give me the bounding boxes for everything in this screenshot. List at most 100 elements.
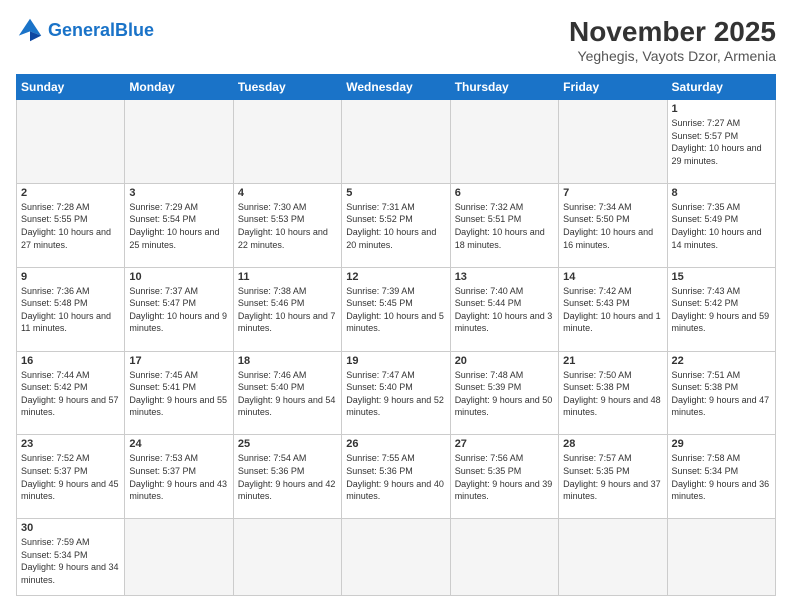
day-number: 24	[129, 438, 228, 450]
day-info: Sunrise: 7:43 AM Sunset: 5:42 PM Dayligh…	[672, 285, 771, 335]
day-number: 20	[455, 355, 554, 367]
day-info: Sunrise: 7:31 AM Sunset: 5:52 PM Dayligh…	[346, 201, 445, 251]
calendar-cell: 21 Sunrise: 7:50 AM Sunset: 5:38 PM Dayli…	[559, 351, 667, 435]
logo-icon	[16, 16, 44, 44]
calendar-cell: 22 Sunrise: 7:51 AM Sunset: 5:38 PM Dayli…	[667, 351, 775, 435]
calendar-cell: 25 Sunrise: 7:54 AM Sunset: 5:36 PM Dayli…	[233, 435, 341, 519]
day-number: 8	[672, 187, 771, 199]
header: GeneralBlue November 2025 Yeghegis, Vayo…	[16, 16, 776, 64]
day-number: 13	[455, 271, 554, 283]
day-info: Sunrise: 7:46 AM Sunset: 5:40 PM Dayligh…	[238, 369, 337, 419]
calendar-cell: 7 Sunrise: 7:34 AM Sunset: 5:50 PM Daylig…	[559, 183, 667, 267]
day-info: Sunrise: 7:44 AM Sunset: 5:42 PM Dayligh…	[21, 369, 120, 419]
calendar-cell: 17Sunrise: 7:45 AM Sunset: 5:41 PM Dayli…	[125, 351, 233, 435]
calendar-cell: 3 Sunrise: 7:29 AM Sunset: 5:54 PM Daylig…	[125, 183, 233, 267]
day-number: 7	[563, 187, 662, 199]
month-title: November 2025	[569, 16, 776, 48]
calendar-cell: 19Sunrise: 7:47 AM Sunset: 5:40 PM Dayli…	[342, 351, 450, 435]
calendar-cell	[450, 100, 558, 184]
day-number: 12	[346, 271, 445, 283]
day-info: Sunrise: 7:42 AM Sunset: 5:43 PM Dayligh…	[563, 285, 662, 335]
day-info: Sunrise: 7:51 AM Sunset: 5:38 PM Dayligh…	[672, 369, 771, 419]
logo-text: GeneralBlue	[48, 21, 154, 39]
day-info: Sunrise: 7:29 AM Sunset: 5:54 PM Dayligh…	[129, 201, 228, 251]
logo: GeneralBlue	[16, 16, 154, 44]
day-number: 26	[346, 438, 445, 450]
day-info: Sunrise: 7:58 AM Sunset: 5:34 PM Dayligh…	[672, 452, 771, 502]
day-info: Sunrise: 7:37 AM Sunset: 5:47 PM Dayligh…	[129, 285, 228, 335]
day-number: 30	[21, 522, 120, 534]
day-info: Sunrise: 7:54 AM Sunset: 5:36 PM Dayligh…	[238, 452, 337, 502]
day-number: 21	[563, 355, 662, 367]
day-number: 4	[238, 187, 337, 199]
title-block: November 2025 Yeghegis, Vayots Dzor, Arm…	[569, 16, 776, 64]
col-thursday: Thursday	[450, 75, 558, 100]
calendar-cell: 2 Sunrise: 7:28 AM Sunset: 5:55 PM Daylig…	[17, 183, 125, 267]
calendar-cell	[233, 519, 341, 596]
calendar-cell: 14 Sunrise: 7:42 AM Sunset: 5:43 PM Dayli…	[559, 267, 667, 351]
location-title: Yeghegis, Vayots Dzor, Armenia	[569, 48, 776, 64]
day-number: 17	[129, 355, 228, 367]
calendar-cell	[450, 519, 558, 596]
day-info: Sunrise: 7:27 AM Sunset: 5:57 PM Dayligh…	[672, 117, 771, 167]
calendar-cell: 27 Sunrise: 7:56 AM Sunset: 5:35 PM Dayli…	[450, 435, 558, 519]
col-tuesday: Tuesday	[233, 75, 341, 100]
day-info: Sunrise: 7:36 AM Sunset: 5:48 PM Dayligh…	[21, 285, 120, 335]
day-number: 27	[455, 438, 554, 450]
day-number: 28	[563, 438, 662, 450]
day-number: 19	[346, 355, 445, 367]
calendar-cell: 9Sunrise: 7:36 AM Sunset: 5:48 PM Daylig…	[17, 267, 125, 351]
calendar-cell: 24 Sunrise: 7:53 AM Sunset: 5:37 PM Dayli…	[125, 435, 233, 519]
calendar-cell: 28Sunrise: 7:57 AM Sunset: 5:35 PM Dayli…	[559, 435, 667, 519]
calendar-cell: 30 Sunrise: 7:59 AM Sunset: 5:34 PM Dayli…	[17, 519, 125, 596]
day-number: 2	[21, 187, 120, 199]
day-info: Sunrise: 7:39 AM Sunset: 5:45 PM Dayligh…	[346, 285, 445, 335]
calendar-cell: 20 Sunrise: 7:48 AM Sunset: 5:39 PM Dayli…	[450, 351, 558, 435]
day-number: 25	[238, 438, 337, 450]
day-info: Sunrise: 7:30 AM Sunset: 5:53 PM Dayligh…	[238, 201, 337, 251]
day-info: Sunrise: 7:50 AM Sunset: 5:38 PM Dayligh…	[563, 369, 662, 419]
day-number: 10	[129, 271, 228, 283]
day-info: Sunrise: 7:59 AM Sunset: 5:34 PM Dayligh…	[21, 536, 120, 586]
day-number: 3	[129, 187, 228, 199]
calendar-cell	[125, 100, 233, 184]
calendar-cell: 23 Sunrise: 7:52 AM Sunset: 5:37 PM Dayli…	[17, 435, 125, 519]
day-info: Sunrise: 7:32 AM Sunset: 5:51 PM Dayligh…	[455, 201, 554, 251]
calendar-cell	[17, 100, 125, 184]
calendar-cell	[342, 100, 450, 184]
day-number: 1	[672, 103, 771, 115]
day-number: 16	[21, 355, 120, 367]
page: GeneralBlue November 2025 Yeghegis, Vayo…	[0, 0, 792, 612]
calendar-header-row: Sunday Monday Tuesday Wednesday Thursday…	[17, 75, 776, 100]
col-monday: Monday	[125, 75, 233, 100]
day-number: 22	[672, 355, 771, 367]
day-number: 29	[672, 438, 771, 450]
calendar-cell	[233, 100, 341, 184]
day-number: 18	[238, 355, 337, 367]
col-wednesday: Wednesday	[342, 75, 450, 100]
day-info: Sunrise: 7:48 AM Sunset: 5:39 PM Dayligh…	[455, 369, 554, 419]
day-info: Sunrise: 7:52 AM Sunset: 5:37 PM Dayligh…	[21, 452, 120, 502]
calendar-cell	[559, 100, 667, 184]
day-number: 23	[21, 438, 120, 450]
day-info: Sunrise: 7:56 AM Sunset: 5:35 PM Dayligh…	[455, 452, 554, 502]
calendar-cell: 15 Sunrise: 7:43 AM Sunset: 5:42 PM Dayli…	[667, 267, 775, 351]
day-info: Sunrise: 7:55 AM Sunset: 5:36 PM Dayligh…	[346, 452, 445, 502]
day-info: Sunrise: 7:34 AM Sunset: 5:50 PM Dayligh…	[563, 201, 662, 251]
calendar-cell: 16 Sunrise: 7:44 AM Sunset: 5:42 PM Dayli…	[17, 351, 125, 435]
calendar: Sunday Monday Tuesday Wednesday Thursday…	[16, 74, 776, 596]
day-info: Sunrise: 7:53 AM Sunset: 5:37 PM Dayligh…	[129, 452, 228, 502]
calendar-cell: 12 Sunrise: 7:39 AM Sunset: 5:45 PM Dayli…	[342, 267, 450, 351]
calendar-cell: 4 Sunrise: 7:30 AM Sunset: 5:53 PM Daylig…	[233, 183, 341, 267]
day-number: 15	[672, 271, 771, 283]
calendar-cell: 5Sunrise: 7:31 AM Sunset: 5:52 PM Daylig…	[342, 183, 450, 267]
calendar-cell	[125, 519, 233, 596]
calendar-cell	[667, 519, 775, 596]
calendar-cell: 29 Sunrise: 7:58 AM Sunset: 5:34 PM Dayli…	[667, 435, 775, 519]
calendar-cell: 13Sunrise: 7:40 AM Sunset: 5:44 PM Dayli…	[450, 267, 558, 351]
day-number: 14	[563, 271, 662, 283]
calendar-cell: 1 Sunrise: 7:27 AM Sunset: 5:57 PM Daylig…	[667, 100, 775, 184]
day-info: Sunrise: 7:28 AM Sunset: 5:55 PM Dayligh…	[21, 201, 120, 251]
calendar-cell: 26 Sunrise: 7:55 AM Sunset: 5:36 PM Dayli…	[342, 435, 450, 519]
calendar-cell: 6Sunrise: 7:32 AM Sunset: 5:51 PM Daylig…	[450, 183, 558, 267]
